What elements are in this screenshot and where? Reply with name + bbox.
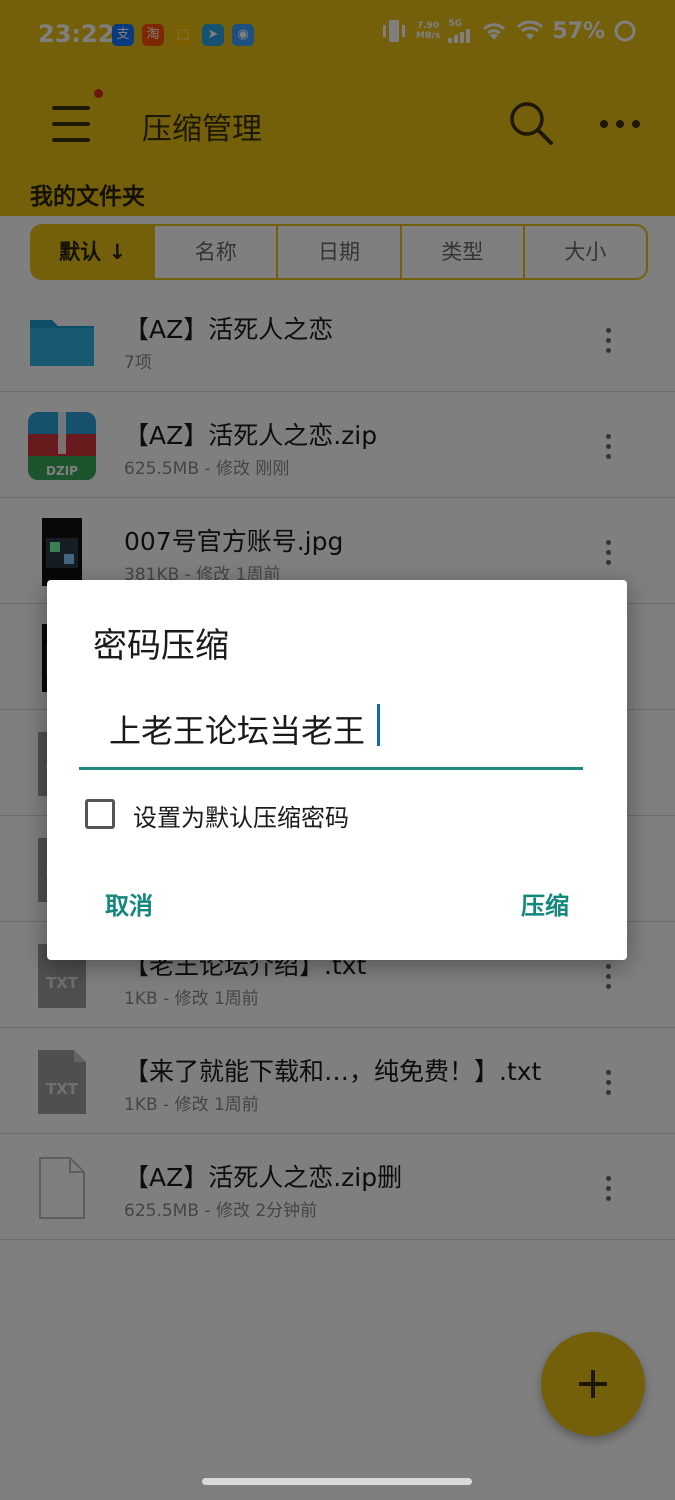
checkbox-label[interactable]: 设置为默认压缩密码 — [133, 798, 349, 833]
dialog-title: 密码压缩 — [93, 626, 229, 666]
cancel-button[interactable]: 取消 — [105, 886, 153, 921]
text-caret — [377, 704, 380, 746]
password-input[interactable] — [79, 690, 583, 770]
password-compress-dialog: 密码压缩 设置为默认压缩密码 取消 压缩 — [47, 580, 627, 960]
default-password-checkbox[interactable] — [85, 799, 115, 829]
home-indicator[interactable] — [202, 1478, 472, 1485]
compress-button[interactable]: 压缩 — [521, 886, 569, 921]
